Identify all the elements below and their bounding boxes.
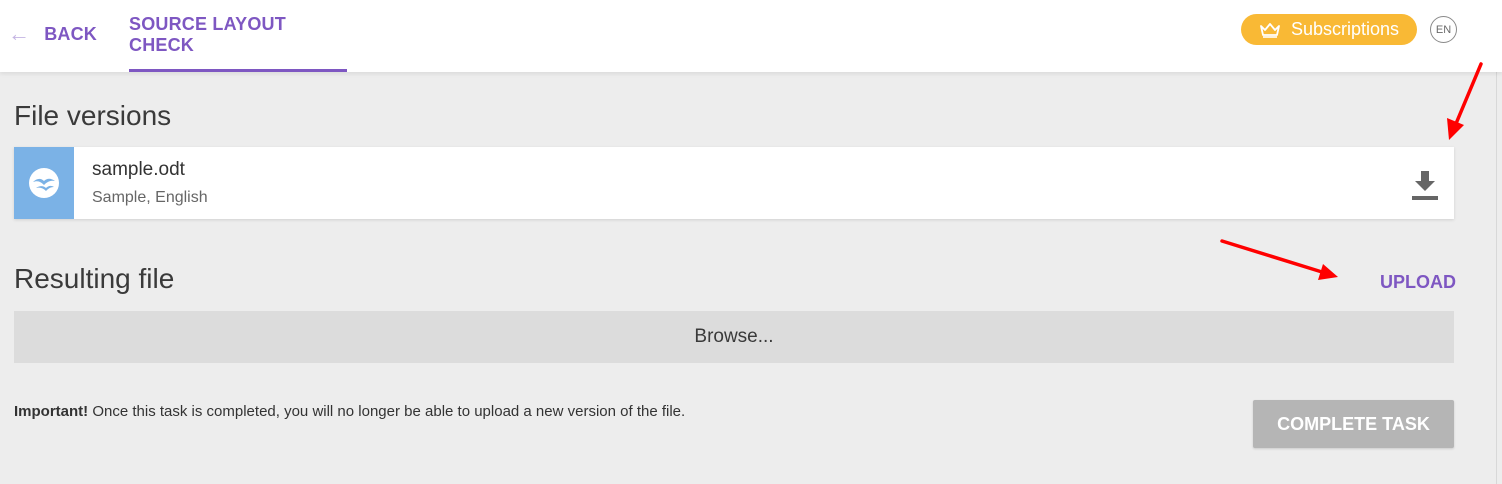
top-bar: ← BACK SOURCE LAYOUT CHECK Subscriptions…: [0, 0, 1502, 72]
file-version-card[interactable]: sample.odt Sample, English: [14, 147, 1454, 219]
subscriptions-label: Subscriptions: [1290, 19, 1400, 39]
crown-icon: [1260, 22, 1280, 38]
back-button[interactable]: ← BACK: [8, 0, 97, 68]
file-meta: Sample, English: [92, 189, 208, 206]
resulting-file-title: Resulting file: [14, 263, 175, 294]
browse-label: Browse...: [694, 326, 774, 347]
arrow-left-icon: ←: [8, 21, 31, 46]
tab-source-layout-check[interactable]: SOURCE LAYOUT CHECK: [129, 0, 347, 72]
annotation-arrow-download: [1447, 62, 1483, 140]
annotation-arrow-upload: [1220, 239, 1338, 280]
complete-task-label: COMPLETE TASK: [1277, 413, 1430, 434]
browse-button[interactable]: Browse...: [14, 311, 1454, 363]
completion-notice: Important! Once this task is completed, …: [14, 403, 685, 420]
file-type-icon: [14, 147, 74, 219]
file-name: sample.odt: [92, 159, 185, 180]
notice-strong: Important!: [14, 403, 89, 420]
openoffice-icon: [29, 168, 59, 198]
scrollbar[interactable]: [1496, 72, 1502, 484]
upload-button[interactable]: UPLOAD: [1380, 272, 1456, 293]
download-icon: [1412, 171, 1438, 200]
notice-text: Once this task is completed, you will no…: [88, 403, 686, 420]
language-selector[interactable]: EN: [1430, 16, 1457, 43]
language-label: EN: [1435, 23, 1452, 36]
complete-task-button: COMPLETE TASK: [1253, 400, 1454, 448]
subscriptions-button[interactable]: Subscriptions: [1241, 14, 1417, 45]
tab-label: SOURCE LAYOUT CHECK: [129, 13, 286, 55]
download-button[interactable]: [1410, 169, 1440, 201]
back-label: BACK: [44, 23, 97, 44]
file-versions-title: File versions: [14, 100, 172, 131]
